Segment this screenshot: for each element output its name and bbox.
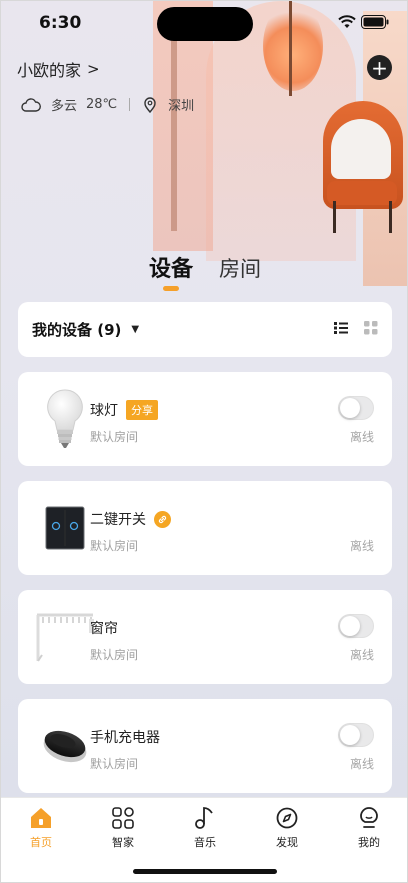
device-power-toggle[interactable] [338,723,374,747]
cloud-icon [21,97,41,112]
tab-bar: 设备 房间 [149,251,261,283]
battery-icon [361,15,389,29]
wireless-charger-icon [32,713,98,779]
device-name: 球灯 [90,403,118,419]
device-name: 二键开关 [90,512,146,528]
home-selector[interactable]: 小欧的家 > [17,57,100,81]
app-screen: 6:30 小欧的家 > + 多云 28℃ 深圳 设备 房间 我的设备 (9) ▼… [0,0,408,883]
home-name: 小欧的家 [17,61,82,80]
nav-smart-home-label: 智家 [112,836,134,849]
wall-switch-icon [32,495,98,561]
weather-temperature: 28℃ [86,97,118,112]
status-bar: 6:30 [1,1,407,47]
list-view-icon[interactable] [334,321,348,335]
device-card[interactable]: 二键开关 默认房间 离线 [18,481,392,575]
device-status: 离线 [349,648,374,662]
device-room: 默认房间 [90,648,139,662]
weather-condition: 多云 [51,99,78,114]
grid-icon [112,807,134,829]
location-city[interactable]: 深圳 [168,95,194,114]
home-icon [31,808,51,828]
nav-home-label: 首页 [30,836,52,849]
device-card[interactable]: 窗帘 默认房间 离线 [18,590,392,684]
nav-discover[interactable]: 发现 [252,806,322,850]
dynamic-island [157,7,253,41]
add-device-button[interactable]: + [367,55,392,80]
nav-profile-label: 我的 [358,836,380,849]
device-card[interactable]: 手机充电器 默认房间 离线 [18,699,392,793]
bulb-icon [32,386,98,452]
tab-devices[interactable]: 设备 [149,251,193,283]
device-status: 离线 [349,539,374,553]
device-status: 离线 [349,430,374,444]
music-note-icon [195,807,213,829]
device-power-toggle[interactable] [338,614,374,638]
compass-icon [276,807,298,829]
divider [129,98,131,111]
nav-discover-label: 发现 [276,836,298,849]
curtain-rail-icon [32,604,98,670]
nav-home[interactable]: 首页 [6,806,76,850]
status-time: 6:30 [39,13,82,33]
device-room: 默认房间 [90,539,139,553]
my-devices-dropdown[interactable]: 我的设备 (9) [32,319,121,340]
location-pin-icon [144,96,156,113]
chevron-right-icon: > [87,60,100,78]
wifi-icon [338,15,356,28]
device-card[interactable]: 球灯 分享 默认房间 离线 [18,372,392,466]
weather-row: 多云 28℃ 深圳 [21,95,194,114]
home-indicator [133,869,277,874]
nav-profile[interactable]: 我的 [334,806,404,850]
nav-music[interactable]: 音乐 [170,806,240,850]
tab-active-indicator [163,286,179,291]
device-room: 默认房间 [90,430,139,444]
caret-down-icon[interactable]: ▼ [131,324,139,335]
device-name: 窗帘 [90,621,118,637]
device-status: 离线 [349,757,374,771]
link-icon [154,510,171,528]
nav-music-label: 音乐 [194,836,216,849]
profile-icon [360,807,378,828]
share-badge: 分享 [126,400,158,420]
my-devices-header: 我的设备 (9) ▼ [18,302,392,357]
nav-smart-home[interactable]: 智家 [88,806,158,850]
grid-view-icon[interactable] [364,321,378,335]
tab-rooms[interactable]: 房间 [219,253,261,283]
device-name: 手机充电器 [90,730,160,746]
device-room: 默认房间 [90,757,139,771]
device-power-toggle[interactable] [338,396,374,420]
